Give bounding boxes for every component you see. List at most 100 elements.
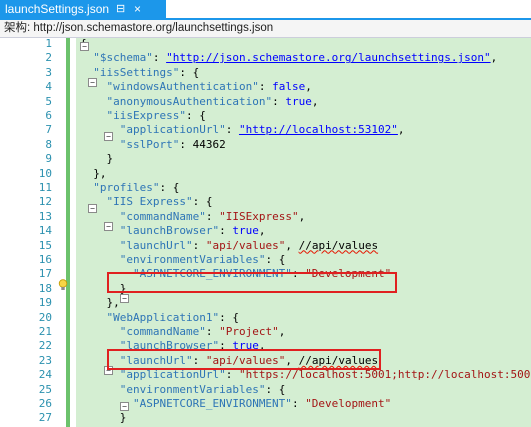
- code-token: ,: [490, 51, 498, 65]
- code-token: :: [272, 94, 286, 108]
- line-code: "windowsAuthentication": false,: [80, 80, 312, 94]
- line-code: "WebApplication1": {: [80, 311, 239, 325]
- code-token: "IIS Express": [106, 195, 193, 209]
- close-icon[interactable]: ×: [134, 0, 141, 18]
- code-line[interactable]: 15 "launchUrl": "api/values", //api/valu…: [0, 239, 531, 253]
- code-token: :: [152, 51, 167, 65]
- line-number: 7: [45, 123, 52, 137]
- line-number: 6: [45, 109, 52, 122]
- code-line[interactable]: 25 "environmentVariables": {: [0, 383, 531, 397]
- code-line[interactable]: 3 "iisSettings": {: [0, 66, 531, 80]
- code-line[interactable]: 27 }: [0, 411, 531, 425]
- line-number: 20: [38, 310, 52, 324]
- fold-toggle-icon[interactable]: −: [104, 222, 113, 231]
- tab-title: launchSettings.json: [5, 2, 110, 16]
- code-token: :: [205, 325, 220, 338]
- code-token: "iisExpress": [106, 109, 186, 122]
- highlight-box-iis-launchurl: [107, 272, 397, 293]
- code-token: :: [219, 224, 233, 238]
- line-number: 3: [45, 65, 52, 79]
- line-code: "applicationUrl": "http://localhost:5310…: [80, 123, 405, 137]
- code-token: :: [258, 80, 273, 94]
- line-code: "iisSettings": {: [80, 66, 199, 80]
- code-token: : {: [159, 181, 180, 194]
- line-code: "sslPort": 44362: [80, 138, 226, 152]
- code-line[interactable]: 19 },: [0, 296, 531, 310]
- code-token: ,: [298, 209, 306, 223]
- lightbulb-icon[interactable]: [58, 279, 68, 291]
- code-line[interactable]: 21 "commandName": "Project",: [0, 325, 531, 339]
- code-line[interactable]: 8 "sslPort": 44362: [0, 138, 531, 152]
- fold-toggle-icon[interactable]: −: [104, 132, 113, 141]
- code-line[interactable]: 4 "windowsAuthentication": false,: [0, 80, 531, 94]
- fold-toggle-icon[interactable]: −: [120, 402, 129, 411]
- code-token: ,: [311, 94, 319, 108]
- code-line[interactable]: 26 "ASPNETCORE_ENVIRONMENT": "Developmen…: [0, 397, 531, 411]
- code-line[interactable]: 7 "applicationUrl": "http://localhost:53…: [0, 123, 531, 137]
- line-number: 14: [38, 224, 52, 238]
- code-token: "profiles": [93, 181, 160, 194]
- pin-icon[interactable]: ⊟: [116, 0, 125, 18]
- fold-toggle-icon[interactable]: −: [88, 204, 97, 213]
- code-token: 44362: [192, 137, 226, 151]
- code-line[interactable]: 20 "WebApplication1": {: [0, 311, 531, 325]
- code-line[interactable]: 12 "IIS Express": {: [0, 195, 531, 209]
- code-line[interactable]: 2 "$schema": "http://json.schemastore.or…: [0, 51, 531, 65]
- code-token: :: [192, 238, 206, 252]
- code-line[interactable]: 10 },: [0, 167, 531, 181]
- code-token: "http://json.schemastore.org/launchsetti…: [166, 51, 491, 65]
- code-token: "windowsAuthentication": [106, 80, 259, 94]
- code-token: "$schema": [93, 51, 153, 65]
- code-line[interactable]: 14 "launchBrowser": true,: [0, 224, 531, 238]
- fold-toggle-icon[interactable]: −: [88, 78, 97, 87]
- line-number: 2: [45, 51, 52, 65]
- line-code: "environmentVariables": {: [80, 253, 286, 267]
- code-line[interactable]: 13 "commandName": "IISExpress",: [0, 210, 531, 224]
- code-token: :: [291, 397, 306, 410]
- code-token: "api/values": [205, 238, 286, 252]
- line-code: "commandName": "Project",: [80, 325, 286, 339]
- schema-url[interactable]: http://json.schemastore.org/launchsettin…: [33, 22, 273, 34]
- code-token: "anonymousAuthentication": [106, 94, 273, 108]
- code-token: ,: [305, 80, 312, 94]
- code-token: }: [80, 411, 127, 425]
- code-token: //api/values: [298, 238, 379, 252]
- code-line[interactable]: 11 "profiles": {: [0, 181, 531, 195]
- fold-toggle-icon[interactable]: −: [120, 294, 129, 303]
- line-number: 21: [38, 325, 52, 338]
- line-number: 26: [38, 397, 52, 410]
- line-number: 8: [45, 137, 52, 151]
- line-code: "commandName": "IISExpress",: [80, 210, 305, 224]
- code-line[interactable]: 16 "environmentVariables": {: [0, 253, 531, 267]
- code-editor[interactable]: 1{2 "$schema": "http://json.schemastore.…: [0, 37, 531, 427]
- line-number: 24: [38, 368, 52, 382]
- code-token: "sslPort": [119, 137, 180, 151]
- line-code: }: [80, 152, 113, 166]
- line-code: "IIS Express": {: [80, 195, 213, 209]
- code-token: "https://localhost:5001;http://localhost…: [238, 368, 531, 382]
- code-line[interactable]: 9 }: [0, 152, 531, 166]
- code-line[interactable]: 5 "anonymousAuthentication": true,: [0, 95, 531, 109]
- code-token: false: [272, 80, 306, 94]
- code-line[interactable]: 24 "applicationUrl": "https://localhost:…: [0, 368, 531, 382]
- code-token: "Project": [219, 325, 279, 338]
- line-code: },: [80, 296, 119, 310]
- code-line[interactable]: 6 "iisExpress": {: [0, 109, 531, 123]
- code-token: "commandName": [119, 325, 206, 338]
- line-code: "applicationUrl": "https://localhost:500…: [80, 368, 531, 382]
- code-token: :: [225, 123, 239, 137]
- code-token: "IISExpress": [219, 209, 299, 223]
- code-token: "applicationUrl": [119, 123, 226, 137]
- schema-bar[interactable]: 架构: http://json.schemastore.org/launchse…: [0, 20, 531, 38]
- document-tab-launchsettings[interactable]: launchSettings.json ⊟ ×: [0, 0, 166, 18]
- fold-toggle-icon[interactable]: −: [80, 42, 89, 51]
